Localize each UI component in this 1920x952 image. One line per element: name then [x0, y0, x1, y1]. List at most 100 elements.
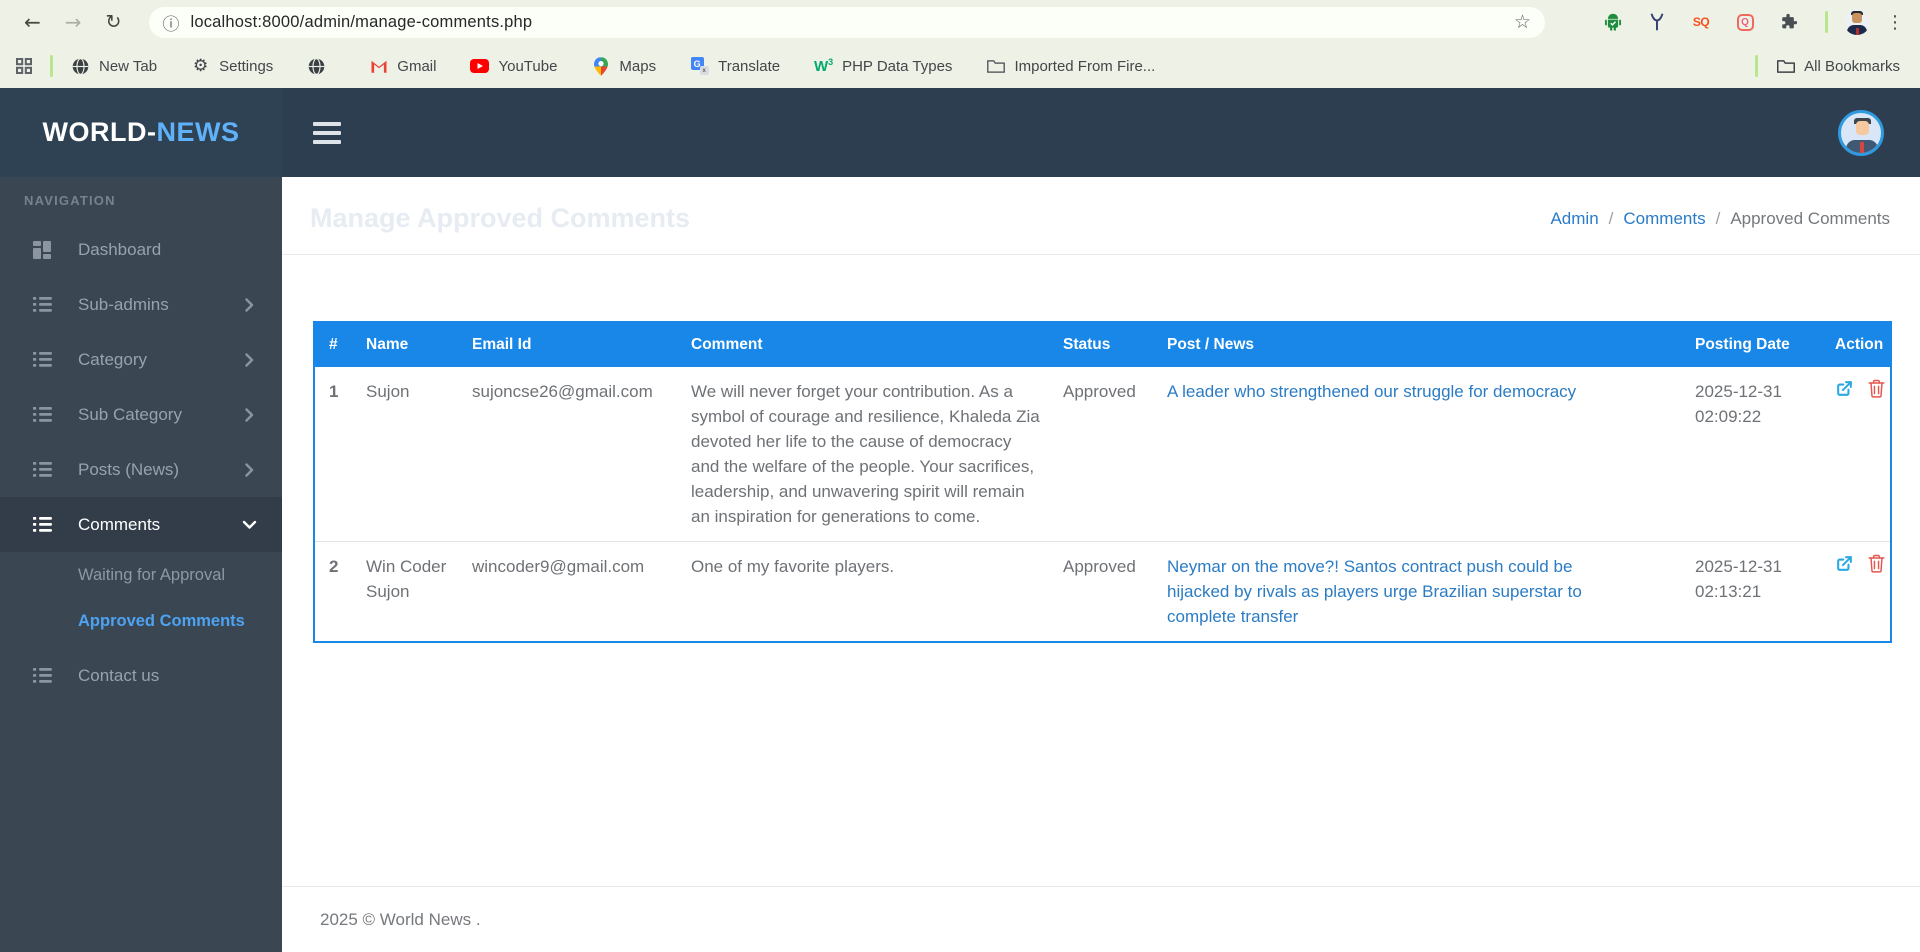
gear-icon: ⚙ — [192, 55, 209, 76]
post-link[interactable]: A leader who strengthened our struggle f… — [1167, 379, 1576, 404]
chevron-right-icon — [245, 462, 254, 477]
reload-button[interactable]: ↻ — [106, 12, 122, 32]
header-num: # — [314, 322, 358, 367]
header-status: Status — [1055, 322, 1159, 367]
address-bar[interactable]: ⓘ localhost:8000/admin/manage-comments.p… — [149, 6, 1545, 38]
folder-icon — [1776, 57, 1795, 76]
app-footer: 2025 © World News . — [282, 886, 1920, 952]
bookmarks-separator — [1755, 55, 1759, 77]
sidebar-item-dashboard[interactable]: Dashboard — [0, 222, 282, 277]
sidebar-subitem-approved-comments[interactable]: Approved Comments — [0, 598, 282, 644]
comment-text: One of my favorite players. — [691, 557, 895, 576]
row-number: 2 — [329, 557, 339, 576]
breadcrumb-comments-link[interactable]: Comments — [1623, 209, 1705, 229]
bookmark-settings[interactable]: ⚙ Settings — [191, 57, 273, 76]
bookmark-star-icon[interactable]: ☆ — [1514, 11, 1531, 33]
sidebar-item-category[interactable]: Category — [0, 332, 282, 387]
header-action: Action — [1827, 322, 1891, 367]
extensions-puzzle-icon[interactable] — [1777, 10, 1801, 34]
bookmark-maps[interactable]: Maps — [591, 56, 656, 76]
action-cell — [1827, 542, 1891, 643]
android-extension-icon[interactable] — [1601, 10, 1625, 34]
bookmark-new-tab[interactable]: New Tab — [71, 57, 157, 76]
brand-logo[interactable]: WORLD- NEWS — [0, 88, 282, 177]
forward-button[interactable]: → — [65, 12, 82, 32]
list-icon — [33, 668, 52, 683]
share-comment-button[interactable] — [1835, 554, 1854, 573]
bookmark-folder-imported[interactable]: Imported From Fire... — [986, 57, 1155, 76]
gmail-icon — [369, 57, 388, 76]
approved-comments-table: # Name Email Id Comment Status Post / Ne… — [313, 321, 1892, 643]
list-icon — [33, 407, 52, 422]
q-extension-icon[interactable]: Q — [1733, 10, 1757, 34]
bookmark-translate[interactable]: Gx Translate — [690, 57, 780, 76]
table-header-row: # Name Email Id Comment Status Post / Ne… — [314, 322, 1891, 367]
footer-text: 2025 © World News . — [320, 909, 481, 929]
header-posting-date: Posting Date — [1687, 322, 1827, 367]
main-content: Manage Approved Comments Admin / Comment… — [282, 177, 1920, 952]
sq-extension-icon[interactable]: SQ — [1689, 10, 1713, 34]
translate-icon: Gx — [690, 57, 709, 76]
nav-section-label: NAVIGATION — [24, 193, 116, 208]
sidebar-item-posts-news[interactable]: Posts (News) — [0, 442, 282, 497]
list-icon — [33, 352, 52, 367]
folder-icon — [986, 57, 1005, 76]
status-text: Approved — [1063, 557, 1136, 576]
browser-menu-button[interactable]: ⋮ — [1886, 12, 1904, 33]
commenter-name: Sujon — [358, 367, 464, 542]
commenter-name: Win Coder Sujon — [366, 557, 447, 601]
commenter-email: wincoder9@gmail.com — [472, 557, 645, 576]
chevron-right-icon — [245, 352, 254, 367]
hamburger-menu-icon[interactable] — [313, 121, 341, 144]
divider — [282, 254, 1920, 255]
fork-extension-icon[interactable] — [1645, 10, 1669, 34]
page-title: Manage Approved Comments — [310, 203, 691, 233]
w3schools-icon: W3 — [814, 57, 834, 75]
header-email: Email Id — [464, 322, 683, 367]
sidebar-item-sub-admins[interactable]: Sub-admins — [0, 277, 282, 332]
share-comment-button[interactable] — [1835, 379, 1854, 398]
maps-pin-icon — [591, 56, 610, 76]
dashboard-icon — [33, 240, 52, 259]
sidebar-item-comments[interactable]: Comments — [0, 497, 282, 552]
apps-grid-icon[interactable] — [16, 58, 32, 74]
breadcrumb-admin-link[interactable]: Admin — [1550, 209, 1598, 229]
bookmark-gmail[interactable]: Gmail — [369, 57, 436, 76]
commenter-email: sujoncse26@gmail.com — [464, 367, 683, 542]
posting-date: 2025-12-31 02:09:22 — [1687, 367, 1827, 542]
post-link[interactable]: Neymar on the move?! Santos contract pus… — [1167, 554, 1629, 629]
delete-comment-button[interactable] — [1868, 379, 1885, 398]
site-info-icon[interactable]: ⓘ — [162, 10, 179, 35]
chevron-right-icon — [245, 297, 254, 312]
list-icon — [33, 297, 52, 312]
status-text: Approved — [1055, 367, 1159, 542]
screen: ← → ↻ ⓘ localhost:8000/admin/manage-comm… — [0, 0, 1920, 952]
bookmark-php-data-types[interactable]: W3 PHP Data Types — [814, 57, 952, 76]
bookmarks-bar: New Tab ⚙ Settings Gmail YouTube Maps G … — [0, 44, 1920, 88]
chevron-down-icon — [242, 518, 257, 532]
bookmark-youtube[interactable]: YouTube — [470, 57, 557, 76]
app-topbar — [282, 88, 1920, 177]
all-bookmarks-button[interactable]: All Bookmarks — [1776, 57, 1900, 76]
sidebar: WORLD- NEWS NAVIGATION Dashboard Sub-admi… — [0, 88, 282, 952]
user-avatar[interactable] — [1838, 109, 1884, 156]
bookmark-globe[interactable] — [307, 57, 335, 76]
row-number: 1 — [314, 367, 358, 542]
sidebar-item-contact-us[interactable]: Contact us — [0, 648, 282, 703]
browser-profile-avatar[interactable] — [1844, 9, 1870, 35]
list-icon — [33, 517, 52, 532]
header-post-news: Post / News — [1159, 322, 1687, 367]
action-cell — [1827, 367, 1891, 542]
list-icon — [33, 462, 52, 477]
delete-comment-button[interactable] — [1868, 554, 1885, 573]
chevron-right-icon — [245, 407, 254, 422]
back-button[interactable]: ← — [24, 12, 41, 32]
globe-icon — [307, 57, 326, 76]
header-name: Name — [358, 322, 464, 367]
sidebar-subitem-waiting-for-approval[interactable]: Waiting for Approval — [0, 552, 282, 598]
bookmarks-separator — [50, 55, 53, 77]
header-comment: Comment — [683, 322, 1055, 367]
post-cell: A leader who strengthened our struggle f… — [1159, 367, 1687, 542]
comment-text: We will never forget your contribution. … — [683, 367, 1055, 542]
sidebar-item-sub-category[interactable]: Sub Category — [0, 387, 282, 442]
